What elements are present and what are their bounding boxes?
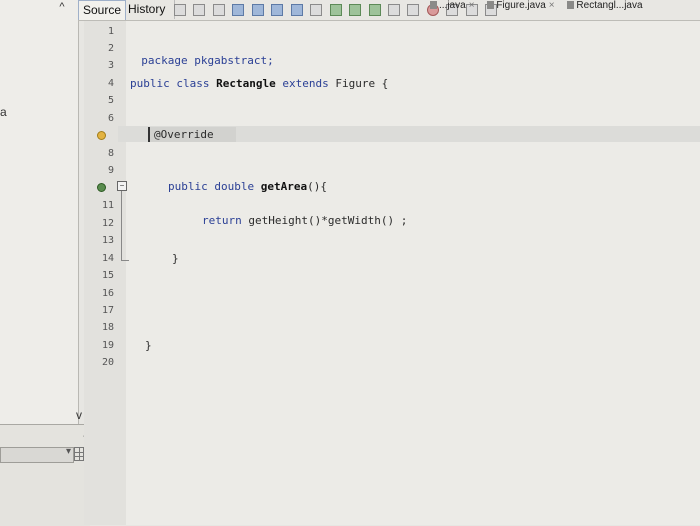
previous-bookmark-icon[interactable] [329,4,342,16]
code-method-name: getArea [260,180,308,193]
close-icon[interactable]: × [469,0,475,11]
line-number: 12 [101,218,114,229]
find-next-icon[interactable] [271,4,284,16]
toggle-highlight-icon[interactable] [290,4,303,16]
line-number: 4 [107,78,114,89]
file-tab-label: Rectangl...java [576,0,643,11]
line-number: 5 [107,95,114,106]
code-editor[interactable] [126,21,700,525]
fold-toggle-icon[interactable]: − [117,181,127,191]
close-icon[interactable]: × [549,0,555,11]
scroll-down-icon[interactable]: v [76,408,82,422]
code-keyword: public class [130,77,210,90]
code-line: } [172,252,179,265]
fold-guide [121,191,122,261]
navigator-panel: - ▾ [0,424,90,526]
file-tab-active[interactable]: Rectangl...java [567,0,643,11]
code-text: Figure { [335,77,389,90]
scroll-up-icon[interactable]: ^ [52,0,72,14]
navigator-dropdown[interactable]: ▾ [0,446,74,463]
file-tabs: ...java × Figure.java × Rectangl...java [430,0,700,12]
java-file-icon [567,1,575,10]
code-brace: } [145,339,152,352]
line-number: 14 [101,253,114,264]
line-number: 8 [107,148,114,159]
code-text: (){ [307,180,327,193]
chevron-down-icon: ▾ [65,446,71,457]
code-keyword: extends [282,77,329,90]
code-line: return getHeight()*getWidth() ; [202,214,407,227]
line-number: 17 [101,305,114,316]
shift-left-icon[interactable] [387,4,400,16]
last-edit-icon[interactable] [174,4,186,16]
code-keyword: return [202,214,242,227]
java-file-icon [430,1,437,10]
fold-strip [118,21,126,525]
line-number: 2 [107,43,114,54]
code-line: } [145,339,152,352]
line-number: 9 [107,165,114,176]
code-keyword: public double [168,180,255,193]
find-icon[interactable] [232,4,245,16]
line-number: 1 [107,26,114,37]
file-tab[interactable]: Figure.java × [487,0,555,11]
override-annotation-icon[interactable] [97,183,106,192]
tab-source[interactable]: Source [78,0,126,20]
line-number: 16 [101,288,114,299]
back-icon[interactable] [193,4,206,16]
line-number: 6 [107,113,114,124]
file-tab-label: Figure.java [496,0,546,11]
line-number: 13 [101,235,114,246]
code-line: package pkgabstract; [128,41,274,67]
line-number: 3 [107,60,114,71]
code-brace: } [172,252,179,265]
code-text: getHeight()*getWidth() ; [248,214,408,227]
line-number: 15 [101,270,114,281]
tab-history[interactable]: History [124,0,175,19]
projects-panel: ^ a v - ▾ [0,0,90,526]
code-class-name: Rectangle [216,77,276,90]
forward-icon[interactable] [212,4,225,16]
file-tab-label: ...java [439,0,466,11]
code-line: public class Rectangle extends Figure { [130,77,388,90]
line-number: 11 [101,200,114,211]
code-line: public double getArea(){ [168,180,327,193]
next-bookmark-icon[interactable] [349,4,362,16]
code-annotation: @Override [154,128,214,141]
find-previous-icon[interactable] [251,4,264,16]
java-file-icon [487,1,495,10]
toggle-select-icon[interactable] [310,4,323,16]
fold-guide-end [121,260,129,261]
line-number: 18 [101,322,114,333]
line-number: 20 [101,357,114,368]
panel-label: a [0,105,7,119]
warning-hint-icon[interactable] [97,131,106,140]
shift-right-icon[interactable] [407,4,420,16]
code-package: package pkgabstract; [141,54,274,67]
toggle-bookmark-icon[interactable] [368,4,381,16]
line-number: 19 [101,340,114,351]
file-tab[interactable]: ...java × [430,0,475,11]
code-line: @Override [154,128,214,141]
